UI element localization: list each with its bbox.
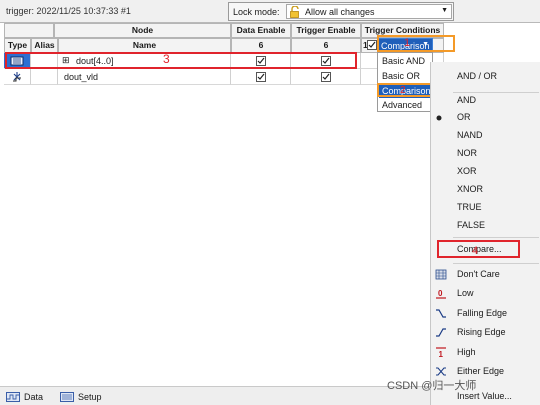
annotation-comparison-highlight (377, 83, 436, 97)
menu-item-low[interactable]: 0 Low (431, 285, 539, 302)
header-node: Node (54, 23, 231, 38)
annotation-select-highlight (377, 35, 455, 52)
tab-label: Data (24, 392, 44, 402)
trigger-enable-count: 6 (291, 38, 361, 53)
menu-item-label: Low (457, 288, 474, 298)
trigger-condition-menu: Basic AND Basic OR Comparison Advanced (377, 52, 433, 112)
low-icon: 0 (436, 289, 446, 299)
menu-item-xor[interactable]: XOR (431, 163, 539, 180)
dont-care-icon (435, 269, 447, 280)
toolbar: trigger: 2022/11/25 10:37:33 #1 Lock mod… (0, 0, 540, 23)
high-icon: 1 (436, 347, 446, 358)
lock-mode-select[interactable]: Allow all changes ▼ (286, 4, 452, 19)
header-blank (4, 23, 54, 38)
chevron-down-icon: ▼ (441, 7, 448, 14)
menu-item-label: NOR (457, 148, 477, 158)
annotation-number: 4 (472, 245, 479, 257)
menu-item-high[interactable]: 1 High (431, 344, 539, 361)
menu-item-label: NAND (457, 130, 483, 140)
menu-item-label: High (457, 347, 476, 357)
bullet-icon (436, 115, 442, 121)
table-row-alias[interactable] (31, 69, 58, 85)
menu-item-rising-edge[interactable]: Rising Edge (431, 324, 539, 341)
menu-item-label: Falling Edge (457, 308, 508, 318)
menu-item-or[interactable]: OR (431, 109, 539, 126)
unlock-icon (290, 6, 299, 18)
menu-item-falling-edge[interactable]: Falling Edge (431, 305, 539, 322)
menu-item-label: Rising Edge (457, 327, 506, 337)
menu-item-advanced[interactable]: Advanced (379, 98, 431, 112)
menu-item-label: AND (457, 95, 477, 105)
table-row-data-enable (231, 69, 291, 85)
either-edge-icon (436, 367, 446, 376)
data-tab-icon (6, 392, 20, 402)
menu-item-and[interactable]: AND (431, 92, 539, 109)
menu-item-false[interactable]: FALSE (431, 217, 539, 234)
menu-item-nand[interactable]: NAND (431, 127, 539, 144)
table-row-type[interactable] (4, 69, 31, 85)
menu-item-xnor[interactable]: XNOR (431, 181, 539, 198)
table-row-trigger-enable (291, 69, 361, 85)
annotation-compare-highlight (437, 240, 520, 258)
menu-separator (453, 263, 539, 264)
menu-item-label: AND / OR (457, 71, 498, 81)
menu-item-label: XNOR (457, 184, 484, 194)
header-type[interactable]: Type (4, 38, 31, 53)
lock-mode-value: Allow all changes (305, 7, 375, 17)
trigger-condition-checkbox[interactable] (367, 40, 377, 50)
setup-tab-icon (60, 392, 74, 402)
menu-item-label: FALSE (457, 220, 486, 230)
bottom-tabs: Data Setup (0, 386, 430, 405)
header-alias[interactable]: Alias (31, 38, 58, 53)
lock-mode-group: Lock mode: Allow all changes ▼ (228, 2, 454, 21)
menu-item-label: Don't Care (457, 269, 500, 279)
signal-icon (13, 72, 21, 82)
header-trigger-enable[interactable]: Trigger Enable (291, 23, 361, 38)
svg-text:0: 0 (438, 289, 443, 298)
annotation-number: 2 (400, 85, 406, 96)
menu-item-label: TRUE (457, 202, 482, 212)
context-menu: AND / OR AND OR NAND NOR XOR XNOR TRUE F… (430, 62, 540, 405)
falling-edge-icon (436, 309, 446, 318)
menu-item-true[interactable]: TRUE (431, 199, 539, 216)
data-enable-count: 6 (231, 38, 291, 53)
tab-label: Setup (78, 392, 102, 402)
svg-text:1: 1 (439, 350, 444, 358)
header-name[interactable]: Name (58, 38, 231, 53)
menu-item-label: XOR (457, 166, 477, 176)
data-enable-checkbox[interactable] (256, 72, 266, 82)
watermark: CSDN @归一大师 (387, 380, 477, 392)
trigger-enable-checkbox[interactable] (321, 72, 331, 82)
menu-item-nor[interactable]: NOR (431, 145, 539, 162)
annotation-row-highlight (5, 52, 357, 69)
menu-item-label: OR (457, 112, 471, 122)
rising-edge-icon (436, 328, 446, 337)
annotation-number: 1 (404, 37, 411, 49)
table-row-name[interactable]: dout_vld (58, 69, 231, 85)
annotation-number: 3 (163, 52, 170, 66)
header-data-enable[interactable]: Data Enable (231, 23, 291, 38)
menu-separator (453, 237, 539, 238)
menu-item-and-or[interactable]: AND / OR (431, 68, 539, 85)
trigger-title: trigger: 2022/11/25 10:37:33 #1 (6, 6, 131, 16)
menu-item-basic-and[interactable]: Basic AND (379, 54, 431, 68)
menu-item-basic-or[interactable]: Basic OR (379, 69, 431, 83)
lock-mode-label: Lock mode: (233, 7, 280, 17)
menu-item-dont-care[interactable]: Don't Care (431, 266, 539, 283)
row-name: dout_vld (64, 72, 99, 82)
